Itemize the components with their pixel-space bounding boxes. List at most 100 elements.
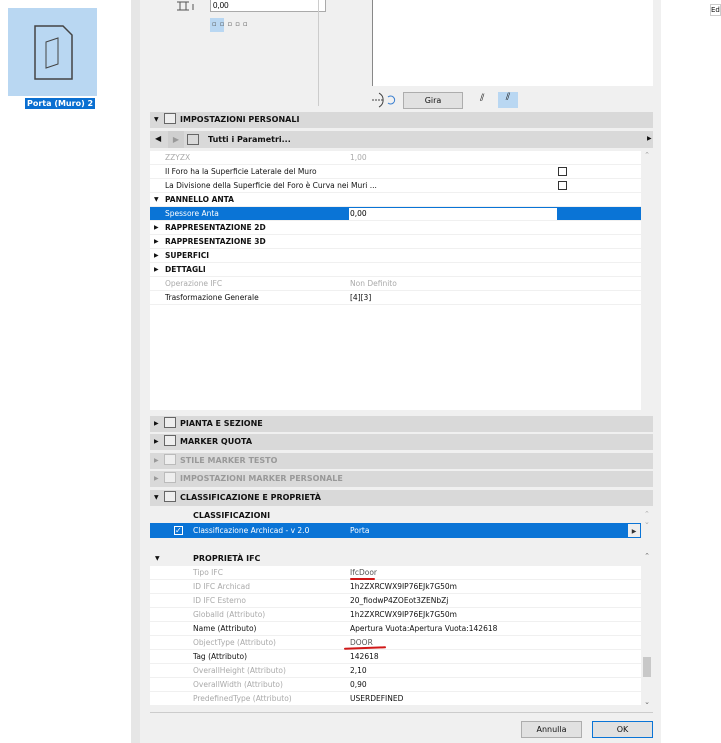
section-header[interactable]: ▼ CLASSIFICAZIONE E PROPRIETÀ — [150, 490, 653, 506]
forward-arrow-icon[interactable]: ▶ — [168, 131, 184, 148]
section-title: CLASSIFICAZIONE E PROPRIETÀ — [180, 493, 321, 502]
back-arrow-icon[interactable]: ◀ — [155, 134, 161, 143]
classification-menu-arrow-icon[interactable]: ▶ — [628, 524, 640, 537]
selected-item-label[interactable]: Porta (Muro) 2 — [25, 98, 96, 109]
parameter-value: 1,00 — [350, 153, 367, 162]
parameter-row[interactable]: Operazione IFC Non Definito — [150, 277, 641, 291]
expand-icon[interactable]: ▶ — [154, 263, 159, 277]
ifc-property-row[interactable]: PredefinedType (Attributo) USERDEFINED — [150, 692, 641, 706]
section-icon — [164, 454, 176, 465]
section-header[interactable]: ▶ STILE MARKER TESTO — [150, 453, 653, 469]
opening-side-right-icon[interactable]: ⫽ — [498, 92, 518, 108]
parameter-list-scrollbar[interactable]: ⌃ — [641, 151, 653, 410]
section-icon — [164, 435, 176, 446]
panel-splitter[interactable] — [131, 0, 140, 743]
section-title: IMPOSTAZIONI PERSONALI — [180, 115, 300, 124]
ifc-property-row[interactable]: GlobalId (Attributo) 1h2ZXRCWX9IP76EJk7G5… — [150, 608, 641, 622]
ok-button[interactable]: OK — [592, 721, 653, 738]
parameter-group[interactable]: ▶ DETTAGLI — [150, 263, 641, 277]
parameter-row[interactable]: Spessore Anta 0,00 — [150, 207, 641, 221]
ifc-property-list: Tipo IFC IfcDoor ID IFC Archicad 1h2ZXRCWX9… — [150, 566, 641, 706]
classification-scroll-icon[interactable]: ⌃ ⌄ — [644, 510, 650, 526]
parameters-icon — [187, 134, 199, 145]
ifc-property-row[interactable]: OverallWidth (Attributo) 0,90 — [150, 678, 641, 692]
page-menu-arrow-icon[interactable]: ▶ — [647, 135, 652, 142]
classification-checkbox[interactable]: ✓ — [174, 526, 183, 535]
parameter-row[interactable]: La Divisione della Superficie del Foro è… — [150, 179, 641, 193]
parameter-value-input[interactable]: 0,00 — [349, 208, 557, 220]
parameter-nav-bar: ◀ ▶ Tutti i Parametri... ▶ — [150, 131, 653, 148]
parameter-group[interactable]: ▼ PANNELLO ANTA — [150, 193, 641, 207]
parameter-row[interactable]: Trasformazione Generale [4][3] — [150, 291, 641, 305]
ifc-property-name: ObjectType (Attributo) — [193, 638, 276, 647]
ifc-property-value: 1h2ZXRCWX9IP76EJk7G50m — [350, 610, 457, 619]
expand-icon: ▶ — [154, 457, 159, 464]
expand-icon[interactable]: ▶ — [154, 221, 159, 235]
section-title: MARKER QUOTA — [180, 437, 253, 446]
ifc-property-name: OverallWidth (Attributo) — [193, 680, 283, 689]
parameter-group[interactable]: ▶ RAPPRESENTAZIONE 3D — [150, 235, 641, 249]
ifc-property-row[interactable]: Tipo IFC IfcDoor — [150, 566, 641, 580]
parameter-checkbox[interactable] — [558, 167, 567, 176]
ifc-property-name: Tag (Attributo) — [193, 652, 248, 661]
ifc-property-row[interactable]: ID IFC Archicad 1h2ZXRCWX9IP76EJk7G50m — [150, 580, 641, 594]
ifc-properties-header[interactable]: ▼ PROPRIETÀ IFC — [150, 552, 641, 566]
section-personal-settings[interactable]: ▼ IMPOSTAZIONI PERSONALI — [150, 112, 653, 128]
cancel-button[interactable]: Annulla — [521, 721, 582, 738]
selected-item-tile[interactable] — [8, 8, 97, 96]
classification-system: Classificazione Archicad - v 2.0 — [193, 526, 310, 535]
offset-input[interactable] — [210, 0, 326, 12]
ifc-header-label: PROPRIETÀ IFC — [193, 554, 261, 563]
expand-icon[interactable]: ▼ — [154, 193, 159, 207]
group-label: RAPPRESENTAZIONE 3D — [165, 237, 266, 246]
ifc-scrollbar[interactable]: ⌃ ⌄ — [641, 552, 653, 706]
ifc-property-row[interactable]: ID IFC Esterno 20_fiodwP4ZOEot3ZENbZj — [150, 594, 641, 608]
section-icon — [164, 491, 176, 502]
parameter-list: ZZYZX 1,00 Il Foro ha la Superficie Latera… — [150, 151, 641, 410]
ifc-property-name: ID IFC Archicad — [193, 582, 251, 591]
ifc-property-value: 20_fiodwP4ZOEot3ZENbZj — [350, 596, 449, 605]
parameter-group[interactable]: ▶ RAPPRESENTAZIONE 2D — [150, 221, 641, 235]
section-header[interactable]: ▶ IMPOSTAZIONI MARKER PERSONALE — [150, 471, 653, 487]
parameter-row[interactable]: ZZYZX 1,00 — [150, 151, 641, 165]
parameter-row[interactable]: Il Foro ha la Superficie Laterale del Mu… — [150, 165, 641, 179]
ifc-property-name: GlobalId (Attributo) — [193, 610, 266, 619]
right-pane: Ed — [661, 0, 721, 743]
ifc-property-row[interactable]: ObjectType (Attributo) DOOR — [150, 636, 641, 650]
ifc-property-value: 1h2ZXRCWX9IP76EJk7G50m — [350, 582, 457, 591]
preview-area — [372, 0, 653, 86]
door-swing-icon[interactable] — [370, 92, 398, 108]
expand-icon[interactable]: ▶ — [154, 235, 159, 249]
parameter-name: Spessore Anta — [165, 209, 219, 218]
section-header[interactable]: ▶ PIANTA E SEZIONE — [150, 416, 653, 432]
section-title: STILE MARKER TESTO — [180, 456, 278, 465]
classification-value: Porta — [350, 526, 370, 535]
anchor-options-icon[interactable]: ▫▫▫▫▫ — [212, 20, 251, 28]
right-pane-tab[interactable]: Ed — [710, 4, 721, 16]
section-icon — [164, 472, 176, 483]
expand-icon: ▼ — [154, 494, 159, 501]
ifc-property-value: USERDEFINED — [350, 694, 404, 703]
expand-icon[interactable]: ▶ — [154, 249, 159, 263]
parameter-name: Il Foro ha la Superficie Laterale del Mu… — [165, 167, 317, 176]
divider — [318, 0, 319, 106]
section-header[interactable]: ▶ MARKER QUOTA — [150, 434, 653, 450]
ifc-property-value: 2,10 — [350, 666, 367, 675]
parameter-name: La Divisione della Superficie del Foro è… — [165, 181, 377, 190]
parameter-name: ZZYZX — [165, 153, 191, 162]
ifc-property-row[interactable]: Tag (Attributo) 142618 — [150, 650, 641, 664]
parameter-checkbox[interactable] — [558, 181, 567, 190]
selection-panel: Porta (Muro) 2 — [0, 0, 131, 716]
ifc-property-row[interactable]: Name (Attributo) Apertura Vuota:Apertura … — [150, 622, 641, 636]
classification-row[interactable]: ✓ Classificazione Archicad - v 2.0 Porta… — [150, 523, 641, 538]
parameter-value: [4][3] — [350, 293, 372, 302]
opening-side-left-icon[interactable]: ⫽ — [480, 93, 495, 107]
ifc-property-name: Tipo IFC — [193, 568, 223, 577]
rotate-button[interactable]: Gira — [403, 92, 463, 109]
ifc-property-row[interactable]: OverallHeight (Attributo) 2,10 — [150, 664, 641, 678]
ifc-property-name: ID IFC Esterno — [193, 596, 247, 605]
parameter-group[interactable]: ▶ SUPERFICI — [150, 249, 641, 263]
parameter-page-label[interactable]: Tutti i Parametri... — [208, 135, 291, 144]
parameter-name: Trasformazione Generale — [165, 293, 259, 302]
section-icon — [164, 417, 176, 428]
